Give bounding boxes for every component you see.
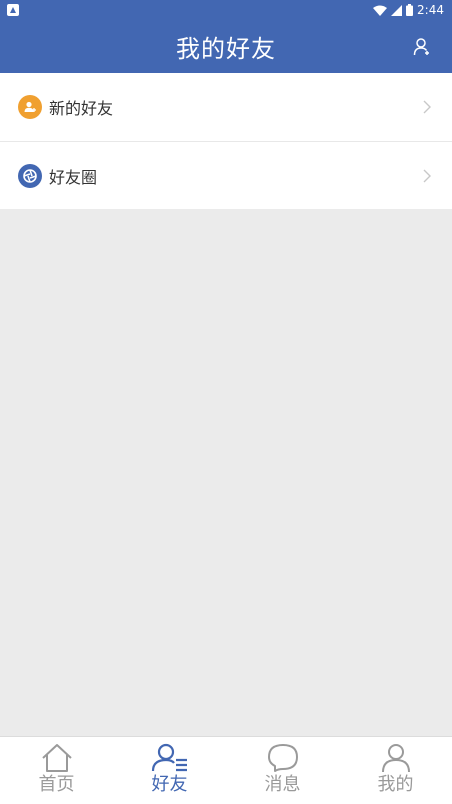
battery-icon <box>406 4 414 16</box>
chevron-right-icon <box>423 169 431 182</box>
add-friend-icon <box>413 38 429 56</box>
tab-profile[interactable]: 我的 <box>339 737 452 804</box>
tab-home[interactable]: 首页 <box>0 737 113 804</box>
status-bar: 2:44 <box>0 0 452 20</box>
status-left <box>7 4 19 16</box>
signal-icon <box>391 4 403 16</box>
friends-icon <box>151 743 187 772</box>
home-icon <box>41 744 72 772</box>
tab-friends[interactable]: 好友 <box>113 737 226 804</box>
chevron-right-icon <box>423 100 431 114</box>
tab-label: 首页 <box>38 774 75 795</box>
bottom-tab-bar: 首页 好友 消息 我的 <box>0 736 452 804</box>
notification-icon <box>7 4 19 16</box>
add-friend-button[interactable] <box>410 35 434 59</box>
tab-label: 我的 <box>377 774 414 795</box>
profile-icon <box>381 744 410 773</box>
tab-label: 消息 <box>264 774 301 795</box>
status-time: 2:44 <box>417 3 444 17</box>
moments-icon <box>18 163 42 188</box>
friend-menu-list: 新的好友 好友圈 <box>0 73 452 209</box>
wifi-icon <box>373 5 388 16</box>
app-bar: 我的好友 <box>0 20 452 73</box>
status-right: 2:44 <box>373 3 444 17</box>
tab-messages[interactable]: 消息 <box>226 737 339 804</box>
tab-label: 好友 <box>151 774 188 795</box>
page-title: 我的好友 <box>176 35 276 63</box>
list-item-moments[interactable]: 好友圈 <box>0 141 452 209</box>
new-friend-icon <box>18 95 42 119</box>
message-icon <box>267 744 298 772</box>
list-item-label: 好友圈 <box>49 167 98 187</box>
list-item-label: 新的好友 <box>49 99 114 118</box>
list-item-new-friends[interactable]: 新的好友 <box>0 73 452 141</box>
